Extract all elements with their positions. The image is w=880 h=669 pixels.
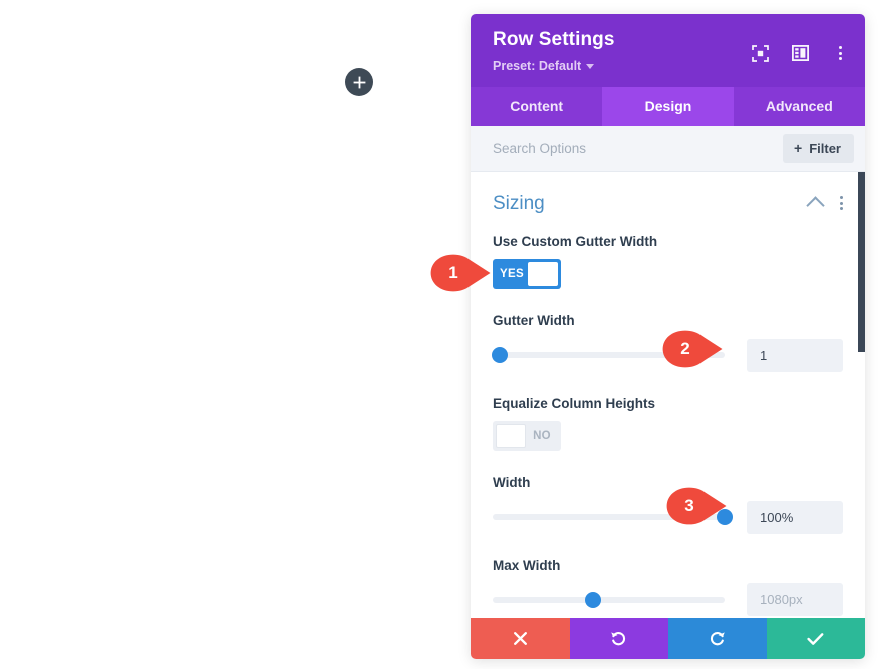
use-custom-gutter-width-toggle[interactable]: YES [493, 259, 561, 290]
redo-icon [710, 632, 725, 646]
cancel-button[interactable] [471, 618, 570, 659]
width-slider[interactable] [493, 508, 733, 526]
preset-selector[interactable]: Preset: Default [493, 58, 595, 73]
save-button[interactable] [766, 618, 865, 659]
max-width-slider[interactable] [493, 591, 725, 609]
slider-track [493, 596, 725, 603]
equalize-column-heights-toggle[interactable]: NO [493, 421, 561, 452]
chevron-up-icon[interactable] [806, 196, 825, 215]
undo-button[interactable] [569, 618, 668, 659]
undo-icon [611, 632, 626, 646]
filter-button[interactable]: + Filter [783, 133, 854, 163]
field-equalize-column-heights: Equalize Column Heights NO [493, 397, 843, 452]
toggle-knob [528, 262, 558, 287]
section-title-sizing: Sizing [493, 192, 545, 214]
plus-icon [353, 76, 365, 88]
focus-icon[interactable] [751, 44, 769, 62]
field-label: Use Custom Gutter Width [493, 233, 658, 249]
check-icon [807, 632, 824, 645]
field-max-width: Max Width 1080px [493, 559, 843, 617]
slider-handle[interactable] [584, 591, 601, 608]
section-more-options-icon[interactable] [840, 196, 843, 211]
sizing-section-header: Sizing [493, 192, 843, 215]
chevron-down-icon [586, 64, 595, 70]
field-label: Equalize Column Heights [493, 395, 656, 411]
toggle-state-label: YES [500, 268, 524, 281]
field-use-custom-gutter-width: Use Custom Gutter Width YES [493, 235, 843, 290]
scrollbar[interactable] [858, 171, 865, 618]
gutter-width-value[interactable]: 1 [747, 338, 843, 372]
redo-button[interactable] [668, 618, 767, 659]
field-label: Width [493, 475, 531, 491]
row-settings-modal: Row Settings Preset: Default Content Des… [471, 14, 865, 659]
settings-scroll-area: Sizing Use Custom Gutter Width YES Gutte… [471, 171, 865, 618]
field-gutter-width: Gutter Width 1 [491, 313, 843, 372]
field-width: Width 100% [493, 476, 843, 534]
gutter-width-slider[interactable] [491, 346, 725, 364]
settings-tabs: Content Design Advanced [471, 86, 865, 126]
add-section-button[interactable] [345, 68, 373, 96]
more-options-icon[interactable] [831, 44, 849, 62]
modal-footer [471, 618, 865, 659]
callout-number: 1 [448, 263, 458, 282]
filter-button-label: Filter [809, 140, 841, 156]
close-icon [513, 632, 527, 645]
field-label: Max Width [493, 557, 561, 573]
header-icon-group [751, 44, 849, 62]
modal-header: Row Settings Preset: Default [471, 14, 865, 87]
editor-canvas: Row Settings Preset: Default Content Des… [0, 0, 880, 669]
plus-icon: + [794, 140, 803, 157]
slider-handle[interactable] [491, 347, 508, 364]
layout-panel-icon[interactable] [791, 44, 809, 62]
scrollbar-thumb[interactable] [858, 171, 865, 352]
search-bar: + Filter [471, 125, 865, 172]
tab-content[interactable]: Content [471, 87, 602, 126]
field-label: Gutter Width [493, 313, 575, 329]
max-width-value[interactable]: 1080px [747, 583, 843, 617]
preset-label: Preset: Default [493, 58, 582, 73]
tab-advanced[interactable]: Advanced [734, 87, 865, 126]
toggle-knob [496, 424, 526, 449]
tab-design[interactable]: Design [602, 86, 734, 126]
search-input[interactable] [493, 134, 784, 162]
width-value[interactable]: 100% [747, 500, 843, 534]
slider-track [493, 514, 725, 521]
slider-track [493, 352, 725, 359]
toggle-state-label: NO [533, 430, 551, 443]
slider-handle[interactable] [717, 509, 733, 526]
